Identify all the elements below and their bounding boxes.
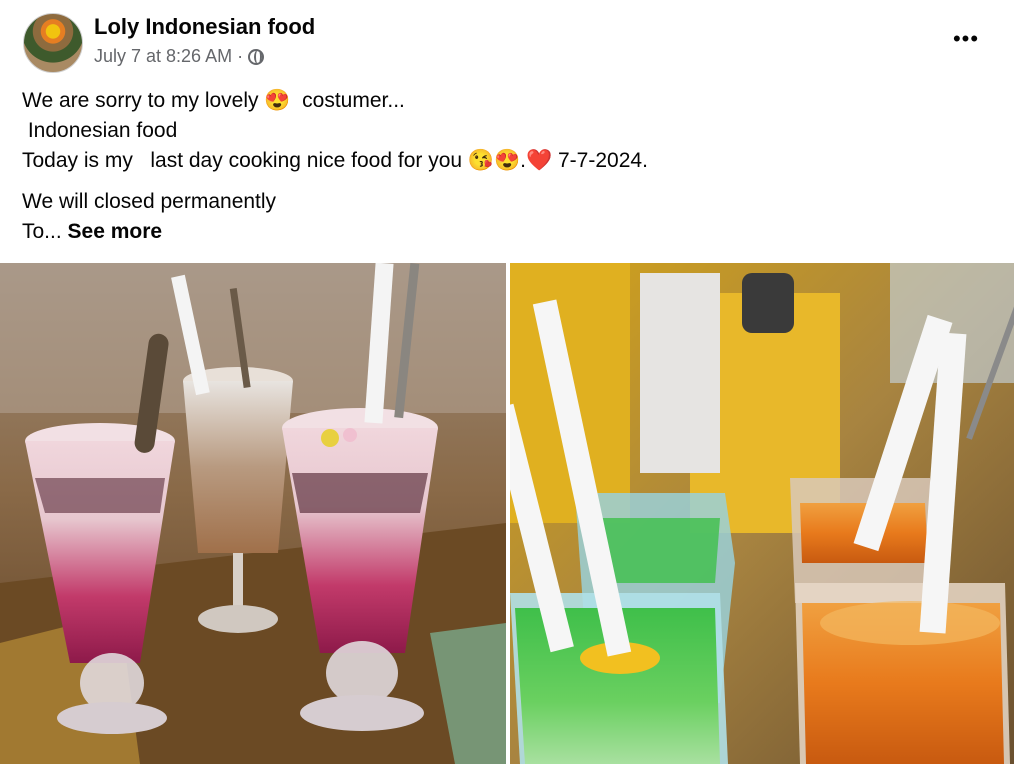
dessert-drinks-illustration <box>0 263 506 764</box>
truncated-prefix: To... <box>22 220 68 243</box>
post-meta: July 7 at 8:26 AM · <box>94 46 265 67</box>
photo-iced-drinks[interactable] <box>510 263 1014 764</box>
post-text: We are sorry to my lovely 😍 costumer... … <box>22 86 982 247</box>
page-name-link[interactable]: Loly Indonesian food <box>94 14 315 40</box>
post-text-line: Indonesian food <box>22 119 178 142</box>
post-text-truncated: To... See more <box>22 217 982 247</box>
post-text-line: We are sorry to my lovely 😍 costumer... <box>22 89 405 112</box>
see-more-link[interactable]: See more <box>68 220 163 243</box>
meta-separator: · <box>237 46 244 66</box>
post-text-line: Today is my last day cooking nice food f… <box>22 149 648 172</box>
post-text-line: We will closed permanently <box>22 190 277 213</box>
more-options-icon[interactable]: ••• <box>946 26 986 52</box>
photo-dessert-drinks[interactable] <box>0 263 506 764</box>
iced-drinks-illustration <box>510 263 1014 764</box>
globe-icon[interactable] <box>248 48 265 65</box>
post-timestamp[interactable]: July 7 at 8:26 AM <box>94 46 232 67</box>
page-avatar[interactable] <box>23 13 83 73</box>
post-header: Loly Indonesian food July 7 at 8:26 AM ·… <box>0 0 1014 80</box>
